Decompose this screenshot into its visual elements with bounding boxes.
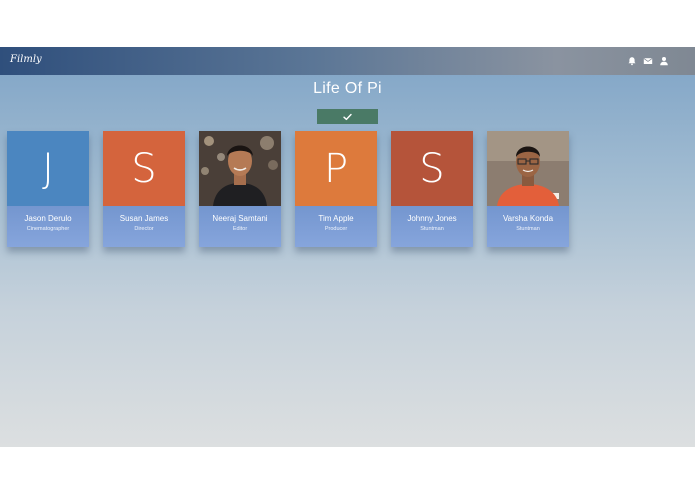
avatar: P	[295, 131, 377, 206]
nav-icon-group	[627, 56, 669, 66]
crew-name: Jason Derulo	[24, 214, 72, 223]
crew-card[interactable]: Neeraj Samtani Editor	[199, 131, 281, 247]
avatar-initial: S	[131, 145, 157, 192]
crew-card-info: Johnny Jones Stuntman	[391, 206, 473, 247]
user-icon[interactable]	[659, 56, 669, 66]
check-icon	[343, 113, 352, 120]
avatar: J	[7, 131, 89, 206]
crew-card-info: Jason Derulo Cinematographer	[7, 206, 89, 247]
avatar-initial: J	[42, 145, 54, 192]
crew-name: Neeraj Samtani	[212, 214, 268, 223]
avatar: S	[391, 131, 473, 206]
crew-role: Cinematographer	[26, 226, 70, 232]
avatar	[199, 131, 281, 206]
crew-name: Varsha Konda	[502, 214, 554, 223]
crew-card-info: Tim Apple Producer	[295, 206, 377, 247]
crew-role: Stuntman	[516, 226, 540, 232]
bell-icon[interactable]	[627, 56, 637, 66]
avatar: S	[103, 131, 185, 206]
crew-card[interactable]: S Susan James Director	[103, 131, 185, 247]
profile-photo	[487, 131, 569, 206]
approve-button[interactable]	[317, 109, 378, 124]
crew-role: Editor	[232, 226, 248, 232]
avatar-initial: S	[419, 145, 445, 192]
crew-role: Director	[134, 226, 154, 232]
crew-card-info: Varsha Konda Stuntman	[487, 206, 569, 247]
crew-card[interactable]: J Jason Derulo Cinematographer	[7, 131, 89, 247]
profile-photo	[199, 131, 281, 206]
mail-icon[interactable]	[643, 56, 653, 66]
crew-role: Producer	[324, 226, 348, 232]
page-title: Life Of Pi	[313, 80, 382, 97]
crew-name: Tim Apple	[318, 214, 354, 223]
avatar	[487, 131, 569, 206]
top-navbar: Filmly	[0, 47, 695, 75]
crew-name: Johnny Jones	[407, 214, 457, 223]
crew-card-info: Susan James Director	[103, 206, 185, 247]
crew-card-info: Neeraj Samtani Editor	[199, 206, 281, 247]
brand-logo[interactable]: Filmly	[10, 54, 42, 65]
crew-card[interactable]: P Tim Apple Producer	[295, 131, 377, 247]
app-stage: Filmly Life Of Pi J Jason Derulo Cinemat…	[0, 47, 695, 447]
crew-role: Stuntman	[420, 226, 444, 232]
crew-card[interactable]: Varsha Konda Stuntman	[487, 131, 569, 247]
crew-name: Susan James	[119, 214, 169, 223]
crew-card[interactable]: S Johnny Jones Stuntman	[391, 131, 473, 247]
avatar-initial: P	[323, 145, 349, 192]
